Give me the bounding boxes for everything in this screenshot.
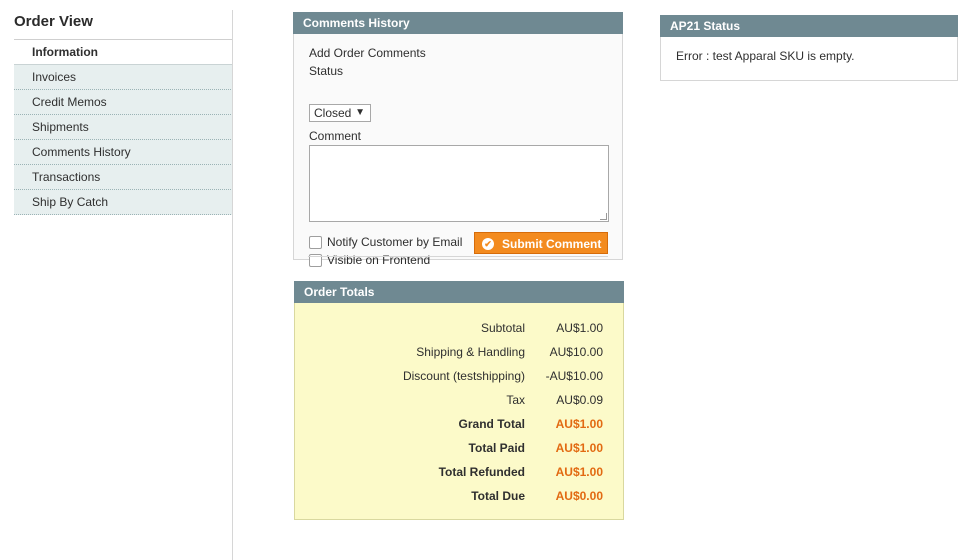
- ap21-status-header: AP21 Status: [660, 15, 958, 37]
- totals-row-discount: Discount (testshipping) -AU$10.00: [295, 368, 623, 392]
- totals-row-total-refunded: Total Refunded AU$1.00: [295, 464, 623, 488]
- checkmark-icon: ✔: [482, 237, 494, 250]
- totals-row-total-due: Total Due AU$0.00: [295, 488, 623, 512]
- order-totals-header: Order Totals: [294, 281, 624, 303]
- totals-value: -AU$10.00: [545, 369, 603, 383]
- notify-customer-checkbox[interactable]: [309, 236, 322, 250]
- comment-textarea[interactable]: [309, 145, 609, 222]
- status-label: Status: [309, 64, 344, 78]
- tab-credit-memos[interactable]: Credit Memos: [14, 90, 233, 115]
- order-totals-panel: Order Totals Subtotal AU$1.00 Shipping &…: [294, 281, 624, 520]
- sidebar: Order View Information Invoices Credit M…: [14, 0, 234, 560]
- totals-row-total-paid: Total Paid AU$1.00: [295, 440, 623, 464]
- resize-grip-icon[interactable]: [600, 213, 607, 220]
- totals-value: AU$1.00: [555, 417, 603, 431]
- tab-shipments[interactable]: Shipments: [14, 115, 233, 140]
- totals-value: AU$1.00: [555, 465, 603, 479]
- comments-divider: [308, 256, 608, 257]
- tab-comments-history[interactable]: Comments History: [14, 140, 233, 165]
- status-select[interactable]: Closed ▼: [309, 104, 371, 122]
- totals-value: AU$10.00: [549, 345, 603, 359]
- totals-label: Total Paid: [468, 441, 525, 455]
- totals-label: Total Due: [471, 489, 525, 503]
- comments-history-panel: Comments History Add Order Comments Stat…: [293, 12, 623, 268]
- totals-row-tax: Tax AU$0.09: [295, 392, 623, 416]
- ap21-status-body: Error : test Apparal SKU is empty.: [660, 37, 958, 81]
- totals-value: AU$0.00: [555, 489, 603, 503]
- tab-list: Information Invoices Credit Memos Shipme…: [14, 40, 233, 215]
- submit-comment-button[interactable]: ✔ Submit Comment: [474, 232, 608, 254]
- add-order-comments-label: Add Order Comments: [309, 46, 426, 60]
- totals-label: Total Refunded: [438, 465, 525, 479]
- sidebar-title: Order View: [14, 10, 232, 40]
- totals-row-shipping: Shipping & Handling AU$10.00: [295, 344, 623, 368]
- totals-label: Discount (testshipping): [402, 369, 525, 383]
- totals-row-subtotal: Subtotal AU$1.00: [295, 320, 623, 344]
- order-totals-body: Subtotal AU$1.00 Shipping & Handling AU$…: [294, 303, 624, 520]
- tab-transactions[interactable]: Transactions: [14, 165, 233, 190]
- comments-history-header: Comments History: [293, 12, 623, 34]
- tab-ship-by-catch[interactable]: Ship By Catch: [14, 190, 233, 215]
- tab-information[interactable]: Information: [14, 40, 233, 65]
- totals-value: AU$1.00: [555, 441, 603, 455]
- notify-customer-label: Notify Customer by Email: [327, 235, 463, 249]
- sidebar-divider: [232, 10, 233, 560]
- notify-customer-row: Notify Customer by Email: [309, 235, 463, 250]
- comments-history-body: Add Order Comments Status Closed ▼ Comme…: [293, 34, 623, 268]
- totals-value: AU$1.00: [556, 321, 603, 335]
- comment-label: Comment: [309, 129, 362, 143]
- ap21-status-panel: AP21 Status Error : test Apparal SKU is …: [660, 15, 958, 81]
- dropdown-arrow-icon: ▼: [355, 107, 365, 118]
- ap21-status-message: Error : test Apparal SKU is empty.: [676, 49, 855, 63]
- totals-label: Subtotal: [480, 321, 525, 335]
- status-select-value: Closed: [314, 106, 352, 120]
- totals-row-grand-total: Grand Total AU$1.00: [295, 416, 623, 440]
- totals-label: Grand Total: [458, 417, 525, 431]
- submit-comment-label: Submit Comment: [502, 236, 602, 251]
- totals-label: Tax: [506, 393, 525, 407]
- tab-invoices[interactable]: Invoices: [14, 65, 233, 90]
- totals-value: AU$0.09: [556, 393, 603, 407]
- totals-label: Shipping & Handling: [416, 345, 525, 359]
